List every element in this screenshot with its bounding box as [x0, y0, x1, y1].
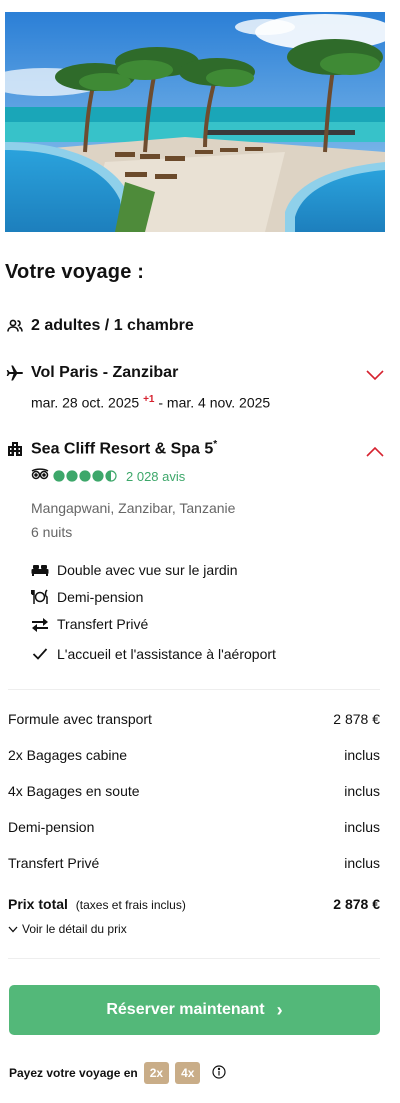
- plane-icon: [5, 363, 25, 383]
- total-tax-note: (taxes et frais inclus): [75, 898, 186, 912]
- price-label: Demi-pension: [8, 819, 95, 835]
- total-price-value: 2 878 €: [333, 896, 380, 912]
- dining-icon: [30, 587, 50, 607]
- flight-label: Vol Paris - Zanzibar: [31, 364, 179, 381]
- travellers-row: 2 adultes / 1 chambre: [5, 316, 194, 336]
- amenity-meal: Demi-pension: [30, 587, 143, 607]
- price-row: Formule avec transport 2 878 €: [8, 711, 380, 727]
- chevron-down-icon: [8, 926, 18, 932]
- hotel-name: Sea Cliff Resort & Spa 5*: [31, 439, 218, 458]
- rating-bubbles: [53, 470, 117, 482]
- divider: [8, 689, 380, 690]
- building-icon: [5, 439, 25, 459]
- amenity-assistance: L'accueil et l'assistance à l'aéroport: [30, 644, 276, 664]
- bed-icon: [30, 560, 50, 580]
- stay-duration: 6 nuits: [31, 524, 73, 540]
- flight-row[interactable]: Vol Paris - Zanzibar: [5, 363, 178, 383]
- transfer-icon: [30, 614, 50, 634]
- tripadvisor-icon: [31, 467, 49, 485]
- travellers-label: 2 adultes / 1 chambre: [31, 317, 194, 334]
- price-label: 2x Bagages cabine: [8, 747, 128, 763]
- tripadvisor-rating[interactable]: 2 028 avis: [31, 467, 185, 485]
- installment-label: Payez votre voyage en: [9, 1066, 138, 1080]
- amenity-room: Double avec vue sur le jardin: [30, 560, 238, 580]
- price-detail-link[interactable]: Voir le détail du prix: [8, 922, 127, 936]
- book-now-label: Réserver maintenant: [106, 1001, 265, 1018]
- price-value: inclus: [344, 783, 380, 799]
- total-label: Prix total: [8, 896, 68, 912]
- rating-bubble: [53, 470, 65, 482]
- chevron-up-icon[interactable]: [365, 445, 385, 459]
- flight-dates: mar. 28 oct. 2025 +1 - mar. 4 nov. 2025: [31, 394, 270, 411]
- people-icon: [5, 316, 25, 336]
- price-row: Demi-pension inclus: [8, 819, 380, 835]
- chevron-right-icon: ›: [276, 999, 283, 1020]
- check-icon: [30, 644, 50, 664]
- price-value: 2 878 €: [333, 711, 380, 727]
- chevron-down-icon[interactable]: [365, 368, 385, 382]
- price-row: 4x Bagages en soute inclus: [8, 783, 380, 799]
- hotel-location: Mangapwani, Zanzibar, Tanzanie: [31, 500, 236, 516]
- rating-bubble: [92, 470, 104, 482]
- page-title: Votre voyage :: [5, 261, 145, 283]
- price-value: inclus: [344, 855, 380, 871]
- price-row: Transfert Privé inclus: [8, 855, 380, 871]
- divider: [8, 958, 380, 959]
- installment-4x-badge[interactable]: 4x: [175, 1062, 201, 1084]
- total-price-row: Prix total (taxes et frais inclus) 2 878…: [8, 896, 380, 912]
- price-row: 2x Bagages cabine inclus: [8, 747, 380, 763]
- price-label: Formule avec transport: [8, 711, 152, 727]
- rating-bubble: [66, 470, 78, 482]
- installment-2x-badge[interactable]: 2x: [143, 1062, 170, 1084]
- info-icon[interactable]: [212, 1064, 227, 1082]
- price-value: inclus: [344, 819, 380, 835]
- amenity-label: L'accueil et l'assistance à l'aéroport: [57, 646, 276, 662]
- flight-depart-date: mar. 28 oct. 2025: [31, 394, 140, 411]
- day-offset-badge: +1: [143, 394, 155, 405]
- rating-bubble: [79, 470, 91, 482]
- amenity-label: Double avec vue sur le jardin: [57, 562, 238, 578]
- price-label: 4x Bagages en soute: [8, 783, 140, 799]
- amenity-label: Demi-pension: [57, 589, 144, 605]
- price-label: Transfert Privé: [8, 855, 100, 871]
- amenity-transfer: Transfert Privé: [30, 614, 148, 634]
- amenity-label: Transfert Privé: [57, 616, 149, 632]
- flight-return-date: - mar. 4 nov. 2025: [158, 394, 271, 411]
- hotel-photo: [5, 12, 385, 232]
- review-count[interactable]: 2 028 avis: [126, 469, 185, 484]
- hotel-row[interactable]: Sea Cliff Resort & Spa 5*: [5, 439, 217, 459]
- price-detail-label: Voir le détail du prix: [22, 922, 127, 936]
- price-value: inclus: [344, 747, 380, 763]
- installment-row: Payez votre voyage en 2x 4x: [9, 1062, 227, 1084]
- book-now-button[interactable]: Réserver maintenant ›: [9, 985, 380, 1035]
